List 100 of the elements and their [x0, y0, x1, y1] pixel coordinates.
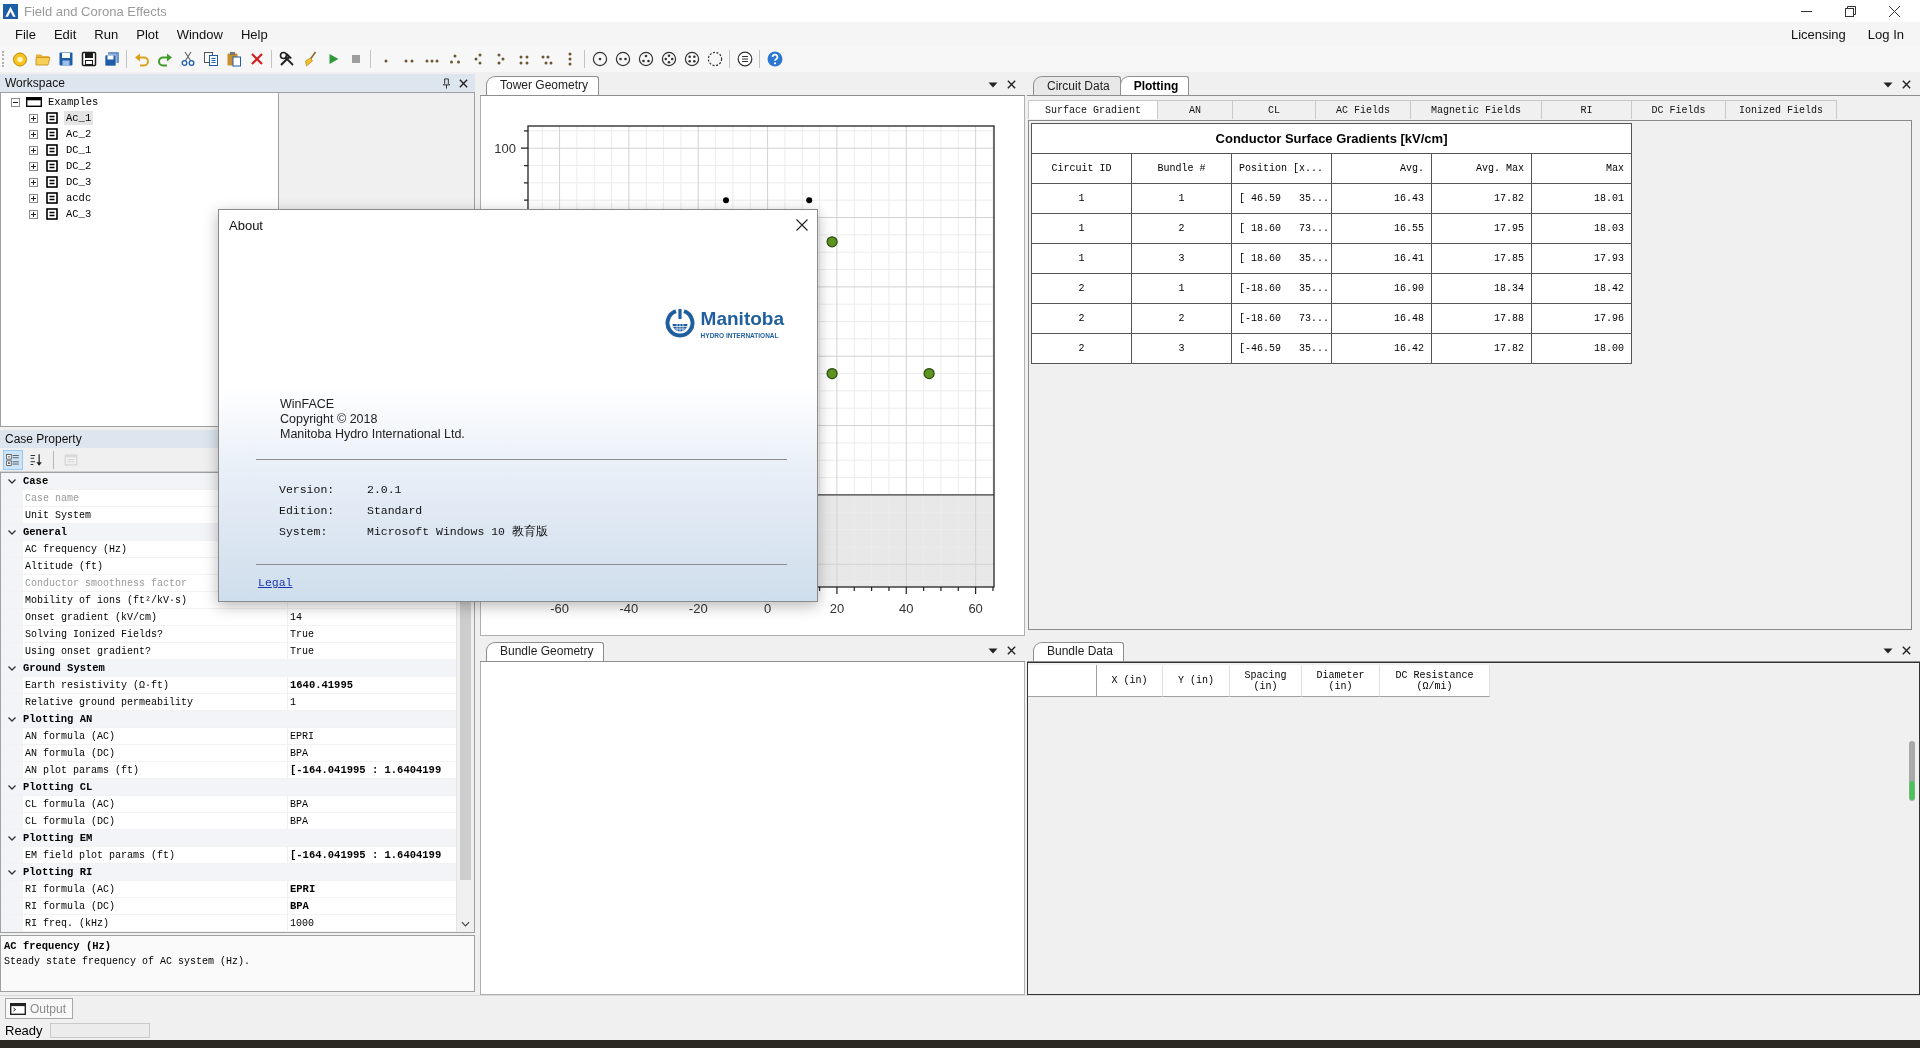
property-value[interactable]: BPA: [290, 900, 309, 912]
property-value[interactable]: BPA: [290, 798, 308, 810]
dashed-circle-icon[interactable]: [706, 51, 723, 67]
save-as-icon[interactable]: [80, 51, 97, 67]
property-value[interactable]: [-164.041995 : 1.6404199: [290, 849, 442, 861]
menu-item[interactable]: Help: [231, 26, 277, 42]
property-value[interactable]: 1000: [290, 917, 314, 929]
close-icon[interactable]: [458, 77, 469, 89]
tree-item[interactable]: acdc: [64, 191, 94, 205]
menu-item[interactable]: Run: [85, 26, 128, 42]
menu-item[interactable]: Log In: [1856, 26, 1915, 42]
chevron-icon[interactable]: [7, 782, 17, 792]
close-icon[interactable]: [796, 219, 808, 231]
delete-icon[interactable]: [248, 51, 265, 67]
expander-icon[interactable]: [29, 177, 38, 187]
column-header[interactable]: Avg. Max: [1431, 153, 1532, 184]
tab[interactable]: Plotting: [1119, 76, 1190, 95]
chevron-icon[interactable]: [7, 663, 17, 673]
chevron-icon[interactable]: [7, 714, 17, 724]
categorized-view-icon[interactable]: [3, 449, 23, 470]
pin-icon[interactable]: [441, 77, 452, 89]
circle-two-dots-icon[interactable]: [614, 51, 631, 67]
expander-icon[interactable]: [11, 97, 20, 107]
property-value[interactable]: True: [290, 645, 314, 657]
legal-link[interactable]: Legal: [258, 576, 293, 589]
tab[interactable]: Circuit Data: [1033, 76, 1121, 95]
tab[interactable]: Tower Geometry: [486, 76, 600, 95]
expander-icon[interactable]: [29, 193, 38, 203]
property-value[interactable]: EPRI: [290, 730, 314, 742]
redo-icon[interactable]: [156, 51, 173, 67]
tab[interactable]: Bundle Data: [1033, 642, 1125, 661]
tab[interactable]: Surface Gradient: [1028, 100, 1158, 119]
property-value[interactable]: EPRI: [290, 883, 316, 895]
property-value[interactable]: 14: [290, 611, 302, 623]
circle-four-dots-icon[interactable]: [683, 51, 700, 67]
column-header[interactable]: Bundle #: [1131, 153, 1232, 184]
tree-item[interactable]: DC_3: [64, 175, 94, 189]
close-icon[interactable]: [1901, 79, 1912, 90]
scroll-down-icon[interactable]: [461, 921, 470, 927]
property-value[interactable]: 1: [290, 696, 296, 708]
tree-item[interactable]: AC_3: [64, 207, 94, 221]
help-icon[interactable]: [766, 51, 783, 67]
copy-icon[interactable]: [202, 51, 219, 67]
save-icon[interactable]: [57, 51, 74, 67]
tree-item[interactable]: DC_2: [64, 159, 94, 173]
menu-item[interactable]: File: [6, 26, 45, 42]
tree-item[interactable]: Ac_1: [64, 111, 94, 125]
circle-dot-icon[interactable]: [591, 51, 608, 67]
chevron-icon[interactable]: [7, 833, 17, 843]
property-value[interactable]: 1640.41995: [290, 679, 353, 691]
column-header[interactable]: Spacing (in): [1230, 665, 1302, 697]
hammer-wrench-icon[interactable]: [278, 51, 295, 67]
chevron-icon[interactable]: [7, 527, 17, 537]
menu-item[interactable]: Plot: [127, 26, 168, 42]
chevron-icon[interactable]: [7, 476, 17, 486]
expander-icon[interactable]: [29, 161, 38, 171]
menu-item[interactable]: Window: [167, 26, 232, 42]
dropdown-icon[interactable]: [1883, 81, 1893, 88]
menu-item[interactable]: Edit: [44, 26, 86, 42]
property-value[interactable]: True: [290, 628, 314, 640]
column-header[interactable]: Max: [1531, 153, 1632, 184]
property-name: Relative ground permeability: [25, 696, 194, 708]
column-header[interactable]: X (in): [1097, 665, 1163, 697]
property-value[interactable]: [-164.041995 : 1.6404199: [290, 764, 442, 776]
circle-four-dots-icon[interactable]: [660, 51, 677, 67]
close-icon[interactable]: [1889, 5, 1900, 17]
expander-icon[interactable]: [29, 113, 38, 123]
property-value[interactable]: BPA: [290, 747, 308, 759]
scissors-icon[interactable]: [179, 51, 196, 67]
dropdown-icon[interactable]: [1883, 647, 1893, 654]
menu-item[interactable]: Licensing: [1779, 26, 1857, 42]
axis-tick-label: -60: [550, 601, 569, 616]
restore-icon[interactable]: [1845, 5, 1856, 17]
clipboard-icon[interactable]: [225, 51, 242, 67]
globe-logo-icon: [663, 307, 696, 339]
chevron-icon[interactable]: [7, 867, 17, 877]
tab[interactable]: Ionized Fields: [1725, 100, 1837, 119]
tree-item[interactable]: Examples: [46, 95, 101, 109]
tree-item[interactable]: Ac_2: [64, 127, 94, 141]
property-value[interactable]: BPA: [290, 815, 308, 827]
expander-icon[interactable]: [29, 129, 38, 139]
expander-icon[interactable]: [29, 145, 38, 155]
close-icon[interactable]: [1901, 645, 1912, 656]
close-icon[interactable]: [1006, 645, 1017, 656]
list-circle-icon[interactable]: [736, 51, 753, 67]
column-header[interactable]: Y (in): [1163, 665, 1230, 697]
tree-item[interactable]: DC_1: [64, 143, 94, 157]
dropdown-icon[interactable]: [988, 647, 998, 654]
expander-icon[interactable]: [29, 209, 38, 219]
save-all-icon[interactable]: [103, 51, 120, 67]
circle-three-dots-icon[interactable]: [637, 51, 654, 67]
column-header[interactable]: DC Resistance (Ω/mi): [1380, 665, 1490, 697]
dropdown-icon[interactable]: [988, 81, 998, 88]
tab[interactable]: Bundle Geometry: [486, 642, 605, 661]
property-name: Solving Ionized Fields?: [25, 628, 164, 640]
column-header[interactable]: Position [x...: [1231, 153, 1332, 184]
column-header[interactable]: Diameter (in): [1302, 665, 1380, 697]
column-header[interactable]: Circuit ID: [1031, 153, 1132, 184]
close-icon[interactable]: [1006, 79, 1017, 90]
column-header[interactable]: Avg.: [1331, 153, 1432, 184]
